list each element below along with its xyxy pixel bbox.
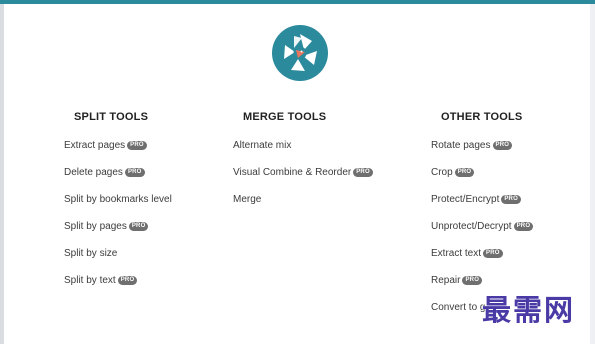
pro-badge: PRO bbox=[513, 222, 534, 231]
tool-label: Split by size bbox=[64, 248, 118, 259]
tool-link-protect-encrypt[interactable]: Protect/Encrypt PRO bbox=[431, 193, 533, 206]
tool-label: Visual Combine & Reorder bbox=[233, 167, 352, 178]
right-scrollbar-track[interactable] bbox=[590, 4, 595, 344]
tool-label: Extract text bbox=[431, 248, 482, 259]
app-logo-icon bbox=[272, 25, 328, 81]
pro-badge: PRO bbox=[117, 276, 138, 285]
tool-link-delete-pages[interactable]: Delete pages PRO bbox=[64, 166, 172, 179]
watermark-logo: 最需网 bbox=[482, 293, 576, 327]
tool-label: Convert to g bbox=[431, 302, 486, 313]
tool-link-split-by-pages[interactable]: Split by pages PRO bbox=[64, 220, 172, 233]
pro-badge: PRO bbox=[483, 249, 503, 258]
other-tools-heading: OTHER TOOLS bbox=[441, 111, 523, 123]
pro-badge: PRO bbox=[501, 195, 521, 204]
tool-link-crop[interactable]: Crop PRO bbox=[431, 166, 533, 179]
tool-link-rotate-pages[interactable]: Rotate pages PRO bbox=[431, 139, 533, 152]
pro-badge: PRO bbox=[454, 168, 475, 177]
pro-badge: PRO bbox=[462, 276, 483, 285]
tool-link-merge[interactable]: Merge bbox=[233, 193, 373, 206]
split-tools-column: SPLIT TOOLS Extract pages PRO Delete pages… bbox=[64, 111, 172, 301]
tool-link-split-by-bookmarks-level[interactable]: Split by bookmarks level bbox=[64, 193, 172, 206]
tool-label: Rotate pages bbox=[431, 140, 491, 151]
pro-badge: PRO bbox=[353, 168, 373, 177]
pro-badge: PRO bbox=[492, 141, 513, 150]
top-accent-bar bbox=[0, 0, 595, 4]
tool-link-unprotect-decrypt[interactable]: Unprotect/Decrypt PRO bbox=[431, 220, 534, 233]
tool-label: Merge bbox=[233, 194, 262, 205]
merge-tools-heading: MERGE TOOLS bbox=[243, 111, 327, 123]
tool-link-repair[interactable]: Repair PRO bbox=[431, 274, 533, 287]
pro-badge: PRO bbox=[128, 222, 149, 231]
tool-link-split-by-text[interactable]: Split by text PRO bbox=[64, 274, 172, 287]
pro-badge: PRO bbox=[127, 141, 147, 150]
tool-label: Split by text bbox=[64, 275, 116, 286]
tool-link-extract-text[interactable]: Extract text PRO bbox=[431, 247, 533, 260]
tool-label: Crop bbox=[431, 167, 453, 178]
pro-badge: PRO bbox=[124, 168, 145, 177]
tool-label: Extract pages bbox=[64, 140, 126, 151]
left-window-edge bbox=[0, 4, 4, 344]
tool-link-visual-combine-reorder[interactable]: Visual Combine & Reorder PRO bbox=[233, 166, 373, 179]
tool-link-split-by-size[interactable]: Split by size bbox=[64, 247, 172, 260]
split-tools-heading: SPLIT TOOLS bbox=[74, 111, 149, 123]
tool-label: Delete pages bbox=[64, 167, 123, 178]
merge-tools-column: MERGE TOOLS Alternate mix Visual Combine … bbox=[233, 111, 373, 220]
tool-label: Protect/Encrypt bbox=[431, 194, 500, 205]
tool-link-extract-pages[interactable]: Extract pages PRO bbox=[64, 139, 172, 152]
tool-label: Repair bbox=[431, 275, 461, 286]
tool-label: Split by pages bbox=[64, 221, 127, 232]
tool-label: Split by bookmarks level bbox=[64, 194, 172, 205]
tool-label: Alternate mix bbox=[233, 140, 292, 151]
tool-link-alternate-mix[interactable]: Alternate mix bbox=[233, 139, 373, 152]
tool-label: Unprotect/Decrypt bbox=[431, 221, 512, 232]
